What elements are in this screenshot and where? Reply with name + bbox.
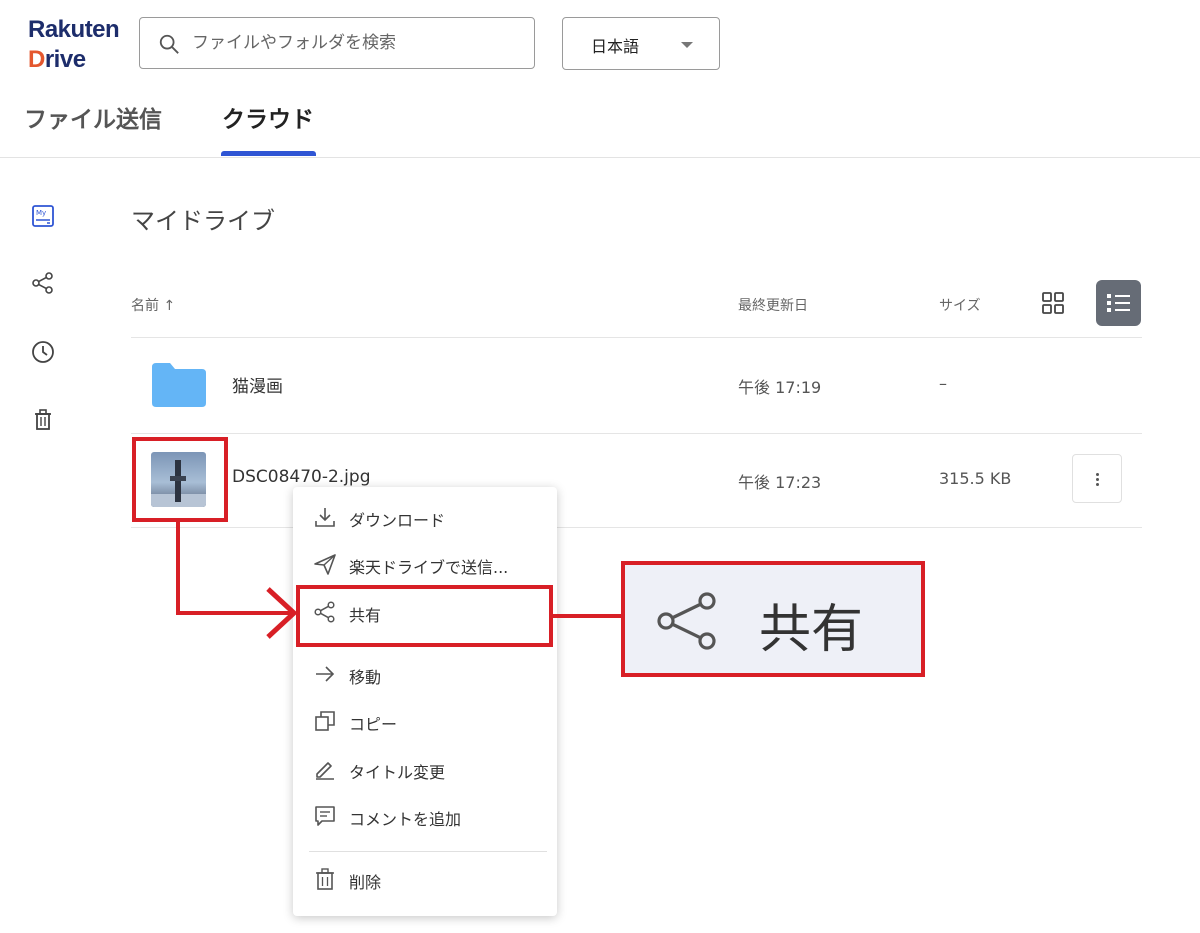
column-header-size[interactable]: サイズ xyxy=(939,295,981,315)
grid-view-icon[interactable] xyxy=(1041,291,1065,315)
divider xyxy=(131,527,1142,528)
trash-icon[interactable] xyxy=(30,407,56,433)
arrow-right-icon xyxy=(316,666,335,682)
menu-item-move[interactable]: 移動 xyxy=(293,653,557,697)
menu-item-label: タイトル変更 xyxy=(349,763,446,782)
menu-item-rename[interactable]: タイトル変更 xyxy=(293,748,557,792)
menu-item-download[interactable]: ダウンロード xyxy=(293,496,557,540)
annotation-highlight-thumbnail xyxy=(132,437,228,522)
zoom-label: 共有 xyxy=(759,600,864,660)
logo-line1: Rakuten xyxy=(28,16,120,43)
divider xyxy=(131,337,1142,338)
send-icon xyxy=(314,554,336,575)
menu-item-label: ダウンロード xyxy=(349,511,446,530)
annotation-highlight-share xyxy=(296,585,553,647)
file-modified: 午後 17:19 xyxy=(738,378,822,397)
annotation-arrowhead xyxy=(266,587,298,639)
menu-item-label: 移動 xyxy=(349,668,382,687)
active-tab-indicator xyxy=(221,151,316,156)
file-name: DSC08470-2.jpg xyxy=(232,467,371,487)
clock-icon[interactable] xyxy=(30,339,56,365)
share-icon[interactable] xyxy=(30,270,56,296)
rakuten-drive-logo[interactable]: Rakuten Drive xyxy=(28,16,128,76)
menu-item-add-comment[interactable]: コメントを追加 xyxy=(293,795,557,839)
language-value: 日本語 xyxy=(591,37,640,56)
menu-item-send[interactable]: 楽天ドライブで送信... xyxy=(293,543,557,587)
download-icon xyxy=(315,508,335,527)
tab-file-transfer[interactable]: ファイル送信 xyxy=(24,100,162,134)
page-title: マイドライブ xyxy=(131,207,275,235)
comment-icon xyxy=(315,806,335,826)
menu-item-label: 削除 xyxy=(349,873,382,892)
menu-item-delete[interactable]: 削除 xyxy=(293,858,557,902)
file-size: – xyxy=(939,374,947,393)
language-select[interactable]: 日本語 xyxy=(562,17,720,70)
annotation-line xyxy=(176,521,180,615)
list-view-button[interactable] xyxy=(1096,280,1141,326)
file-modified: 午後 17:23 xyxy=(738,473,822,492)
context-menu: ダウンロード 楽天ドライブで送信... 共有 移動 コピー タイトル変更 コメン… xyxy=(293,487,557,916)
folder-icon xyxy=(152,363,206,407)
search-icon xyxy=(159,34,179,54)
list-view-icon xyxy=(1107,294,1130,312)
more-vert-icon xyxy=(1096,473,1099,476)
column-header-name[interactable]: 名前 ↑ xyxy=(131,295,175,315)
share-icon xyxy=(657,592,716,650)
menu-item-label: 楽天ドライブで送信... xyxy=(349,558,509,577)
search-box[interactable] xyxy=(139,17,535,69)
divider xyxy=(131,433,1142,434)
menu-divider xyxy=(309,851,547,852)
more-options-button[interactable] xyxy=(1072,454,1122,503)
tab-cloud[interactable]: クラウド xyxy=(222,100,314,134)
logo-line2: Drive xyxy=(28,46,86,73)
annotation-line xyxy=(553,614,623,618)
top-bar: Rakuten Drive 日本語 ファイル送信 クラウド xyxy=(0,0,1200,158)
copy-icon xyxy=(315,711,335,731)
file-name: 猫漫画 xyxy=(232,377,283,397)
chevron-down-icon xyxy=(681,42,693,48)
my-drive-icon[interactable]: My xyxy=(30,203,56,229)
menu-item-label: コピー xyxy=(349,715,398,734)
trash-icon xyxy=(316,868,334,890)
file-size: 315.5 KB xyxy=(939,469,1012,488)
annotation-zoom-share: 共有 xyxy=(621,561,925,677)
pencil-icon xyxy=(316,762,334,780)
menu-item-copy[interactable]: コピー xyxy=(293,700,557,744)
column-header-modified[interactable]: 最終更新日 xyxy=(738,295,808,315)
svg-text:My: My xyxy=(36,209,46,217)
menu-item-label: コメントを追加 xyxy=(349,810,462,829)
search-input[interactable] xyxy=(192,26,522,60)
